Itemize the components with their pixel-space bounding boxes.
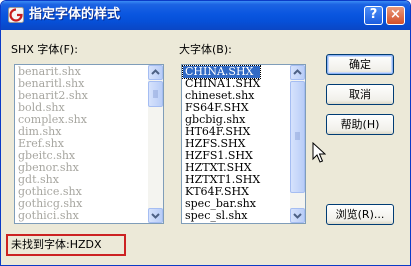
shx-scroll-up-button[interactable]	[148, 65, 163, 80]
list-item[interactable]: spec_sl.shx	[183, 210, 260, 222]
big-scroll-up-button[interactable]	[290, 65, 305, 80]
shx-font-label: SHX 字体(F):	[11, 43, 78, 56]
shx-font-list: benarit.shx benaritl.shx benarit2.shx bold.…	[14, 64, 164, 224]
chevron-up-icon	[151, 69, 160, 75]
shx-scrollbar[interactable]	[148, 65, 163, 223]
big-font-list[interactable]: CHINA.SHX CHINA1.SHX chineset.shx FS64F.SHX…	[181, 64, 306, 224]
big-scrollbar[interactable]	[290, 65, 305, 223]
grip-icon	[295, 132, 300, 140]
title-bar[interactable]: 指定字体的样式 ? ×	[1, 1, 410, 30]
big-font-label: 大字体(B):	[179, 43, 232, 56]
grip-icon	[153, 90, 158, 98]
chevron-up-icon	[293, 69, 302, 75]
cancel-button[interactable]: 取消	[326, 84, 394, 105]
big-font-items: CHINA.SHX CHINA1.SHX chineset.shx FS64F.SHX…	[182, 65, 262, 222]
shx-scroll-thumb[interactable]	[148, 81, 163, 107]
big-scroll-thumb[interactable]	[290, 81, 305, 193]
shx-font-items: benarit.shx benaritl.shx benarit2.shx bold.…	[16, 66, 88, 222]
mouse-pointer-icon	[312, 142, 326, 163]
browse-button[interactable]: 浏览(R)...	[326, 204, 394, 225]
shx-scroll-down-button[interactable]	[148, 208, 163, 223]
missing-font-status: 未找到字体:HZDX	[6, 234, 126, 256]
help-button[interactable]: 帮助(H)	[326, 114, 394, 135]
list-item[interactable]: gothici.shx	[16, 210, 88, 222]
autocad-icon	[8, 7, 24, 23]
chevron-down-icon	[151, 213, 160, 219]
chevron-down-icon	[293, 213, 302, 219]
ok-button[interactable]: 确定	[326, 54, 394, 75]
big-scroll-down-button[interactable]	[290, 208, 305, 223]
close-button[interactable]: ×	[386, 6, 405, 25]
help-title-button[interactable]: ?	[364, 6, 383, 25]
font-style-dialog: 指定字体的样式 ? × SHX 字体(F): benarit.shx benari…	[0, 0, 411, 266]
window-title: 指定字体的样式	[29, 7, 121, 22]
